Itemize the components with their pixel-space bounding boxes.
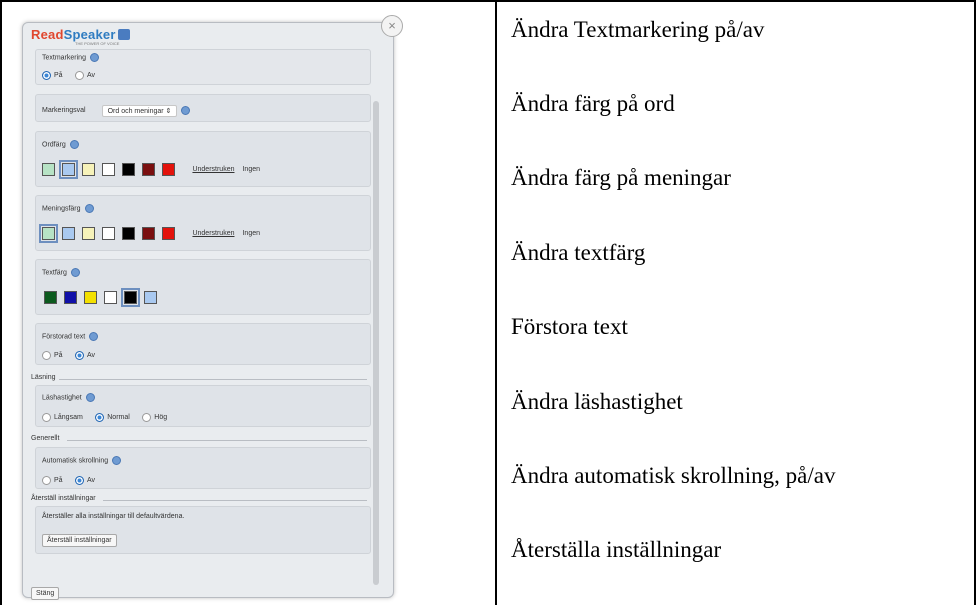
meningsfarg-understruken-link[interactable]: Understruken bbox=[192, 230, 234, 237]
readspeaker-settings-panel: ReadSpeaker THE POWER OF VOICE × Textmar… bbox=[22, 15, 403, 600]
lashastighet-langsam-label: Långsam bbox=[54, 414, 83, 422]
section-forstorad-text: Förstorad text På Av bbox=[35, 323, 371, 365]
lasning-divider bbox=[59, 379, 367, 380]
markeringsval-select[interactable]: Ord och meningar ⇕ bbox=[101, 104, 178, 117]
meningsfarg-ingen-option[interactable]: Ingen bbox=[242, 230, 260, 237]
description-textmarkering: Ändra Textmarkering på/av bbox=[511, 17, 765, 42]
textfarg-swatch-4[interactable] bbox=[121, 288, 140, 308]
aterstall-button[interactable]: Återställ inställningar bbox=[42, 534, 117, 547]
description-autoscroll: Ändra automatisk skrollning, på/av bbox=[511, 463, 836, 488]
info-icon[interactable] bbox=[112, 456, 122, 465]
meningsfarg-swatch-2[interactable] bbox=[82, 227, 95, 241]
textmarkering-av-radio[interactable] bbox=[75, 71, 85, 81]
readspeaker-logo: ReadSpeaker bbox=[31, 27, 130, 42]
ordfarg-label: Ordfärg bbox=[42, 141, 66, 149]
meningsfarg-swatch-0[interactable] bbox=[39, 224, 58, 244]
autoscroll-pa-label: På bbox=[54, 477, 63, 485]
aterstall-group-title: Återställ inställningar bbox=[31, 495, 96, 502]
section-textmarkering: Textmarkering På Av bbox=[35, 49, 371, 85]
textmarkering-pa-label: På bbox=[54, 72, 63, 80]
description-forstora: Förstora text bbox=[511, 314, 628, 339]
lasning-group-title: Läsning bbox=[31, 374, 56, 381]
section-meningsfarg: Meningsfärg Understruken Ingen bbox=[35, 195, 371, 251]
lashastighet-normal-radio[interactable] bbox=[95, 413, 105, 423]
aterstall-description: Återställer alla inställningar till defa… bbox=[42, 513, 185, 520]
meningsfarg-swatch-3[interactable] bbox=[102, 227, 115, 241]
ordfarg-swatch-1[interactable] bbox=[59, 160, 78, 180]
textfarg-swatch-2[interactable] bbox=[84, 291, 97, 305]
textfarg-swatch-3[interactable] bbox=[104, 291, 117, 305]
lashastighet-normal-label: Normal bbox=[107, 414, 130, 422]
section-lashastighet: Läshastighet Långsam Normal Hög bbox=[35, 385, 371, 427]
description-lashastighet: Ändra läshastighet bbox=[511, 389, 683, 414]
table-left-border bbox=[0, 0, 2, 605]
info-icon[interactable] bbox=[181, 106, 191, 116]
description-aterstall: Återställa inställningar bbox=[511, 537, 722, 562]
info-icon[interactable] bbox=[85, 393, 95, 402]
section-textfarg: Textfärg bbox=[35, 259, 371, 315]
autoscroll-label: Automatisk skrollning bbox=[42, 457, 109, 465]
autoscroll-pa-radio[interactable] bbox=[42, 476, 51, 486]
speaker-icon bbox=[117, 29, 130, 41]
description-meningsfarg: Ändra färg på meningar bbox=[511, 165, 731, 190]
info-icon[interactable] bbox=[84, 204, 94, 213]
textmarkering-label: Textmarkering bbox=[42, 54, 86, 62]
forstorad-label: Förstorad text bbox=[42, 333, 86, 341]
textfarg-swatch-0[interactable] bbox=[44, 291, 57, 305]
info-icon[interactable] bbox=[69, 140, 79, 149]
ordfarg-swatch-4[interactable] bbox=[122, 163, 135, 177]
description-ordfarg: Ändra färg på ord bbox=[511, 91, 675, 116]
lashastighet-hog-radio[interactable] bbox=[142, 413, 152, 423]
scrollbar[interactable] bbox=[373, 101, 379, 585]
logo-tagline: THE POWER OF VOICE bbox=[75, 41, 120, 46]
ordfarg-swatch-0[interactable] bbox=[42, 163, 55, 177]
textmarkering-pa-radio[interactable] bbox=[42, 71, 51, 81]
textfarg-swatch-1[interactable] bbox=[64, 291, 77, 305]
lashastighet-hog-label: Hög bbox=[154, 414, 168, 422]
meningsfarg-label: Meningsfärg bbox=[42, 205, 81, 213]
meningsfarg-swatch-5[interactable] bbox=[142, 227, 155, 241]
lashastighet-label: Läshastighet bbox=[42, 394, 82, 402]
section-markeringsval: Markeringsval Ord och meningar ⇕ bbox=[35, 94, 371, 122]
ordfarg-swatch-2[interactable] bbox=[82, 163, 95, 177]
info-icon[interactable] bbox=[70, 268, 80, 277]
aterstall-divider bbox=[103, 500, 367, 501]
section-aterstall: Återställer alla inställningar till defa… bbox=[35, 506, 371, 554]
textfarg-label: Textfärg bbox=[42, 269, 67, 277]
stang-button[interactable]: Stäng bbox=[31, 587, 60, 600]
lashastighet-langsam-radio[interactable] bbox=[42, 413, 51, 423]
generellt-divider bbox=[67, 440, 367, 441]
autoscroll-av-radio[interactable] bbox=[75, 476, 85, 486]
ordfarg-ingen-option[interactable]: Ingen bbox=[242, 166, 260, 173]
ordfarg-swatch-5[interactable] bbox=[142, 163, 155, 177]
table-column-divider bbox=[495, 0, 497, 605]
markeringsval-label: Markeringsval bbox=[42, 107, 86, 115]
description-textfarg: Ändra textfärg bbox=[511, 240, 646, 265]
section-ordfarg: Ordfärg Understruken Ingen bbox=[35, 131, 371, 187]
generellt-group-title: Generellt bbox=[31, 435, 60, 442]
meningsfarg-swatch-4[interactable] bbox=[122, 227, 135, 241]
textfarg-swatch-5[interactable] bbox=[144, 291, 157, 305]
meningsfarg-swatch-6[interactable] bbox=[162, 227, 175, 241]
forstorad-pa-radio[interactable] bbox=[42, 351, 51, 361]
close-icon[interactable]: × bbox=[381, 15, 403, 37]
meningsfarg-swatch-1[interactable] bbox=[62, 227, 75, 241]
info-icon[interactable] bbox=[89, 53, 99, 62]
forstorad-av-radio[interactable] bbox=[75, 351, 85, 361]
info-icon[interactable] bbox=[89, 332, 99, 341]
forstorad-av-label: Av bbox=[87, 352, 96, 360]
textmarkering-av-label: Av bbox=[87, 72, 96, 80]
autoscroll-av-label: Av bbox=[87, 477, 96, 485]
ordfarg-understruken-link[interactable]: Understruken bbox=[192, 166, 234, 173]
forstorad-pa-label: På bbox=[54, 352, 63, 360]
table-top-border bbox=[0, 0, 976, 2]
section-autoscroll: Automatisk skrollning På Av bbox=[35, 447, 371, 489]
ordfarg-swatch-3[interactable] bbox=[102, 163, 115, 177]
ordfarg-swatch-6[interactable] bbox=[162, 163, 175, 177]
